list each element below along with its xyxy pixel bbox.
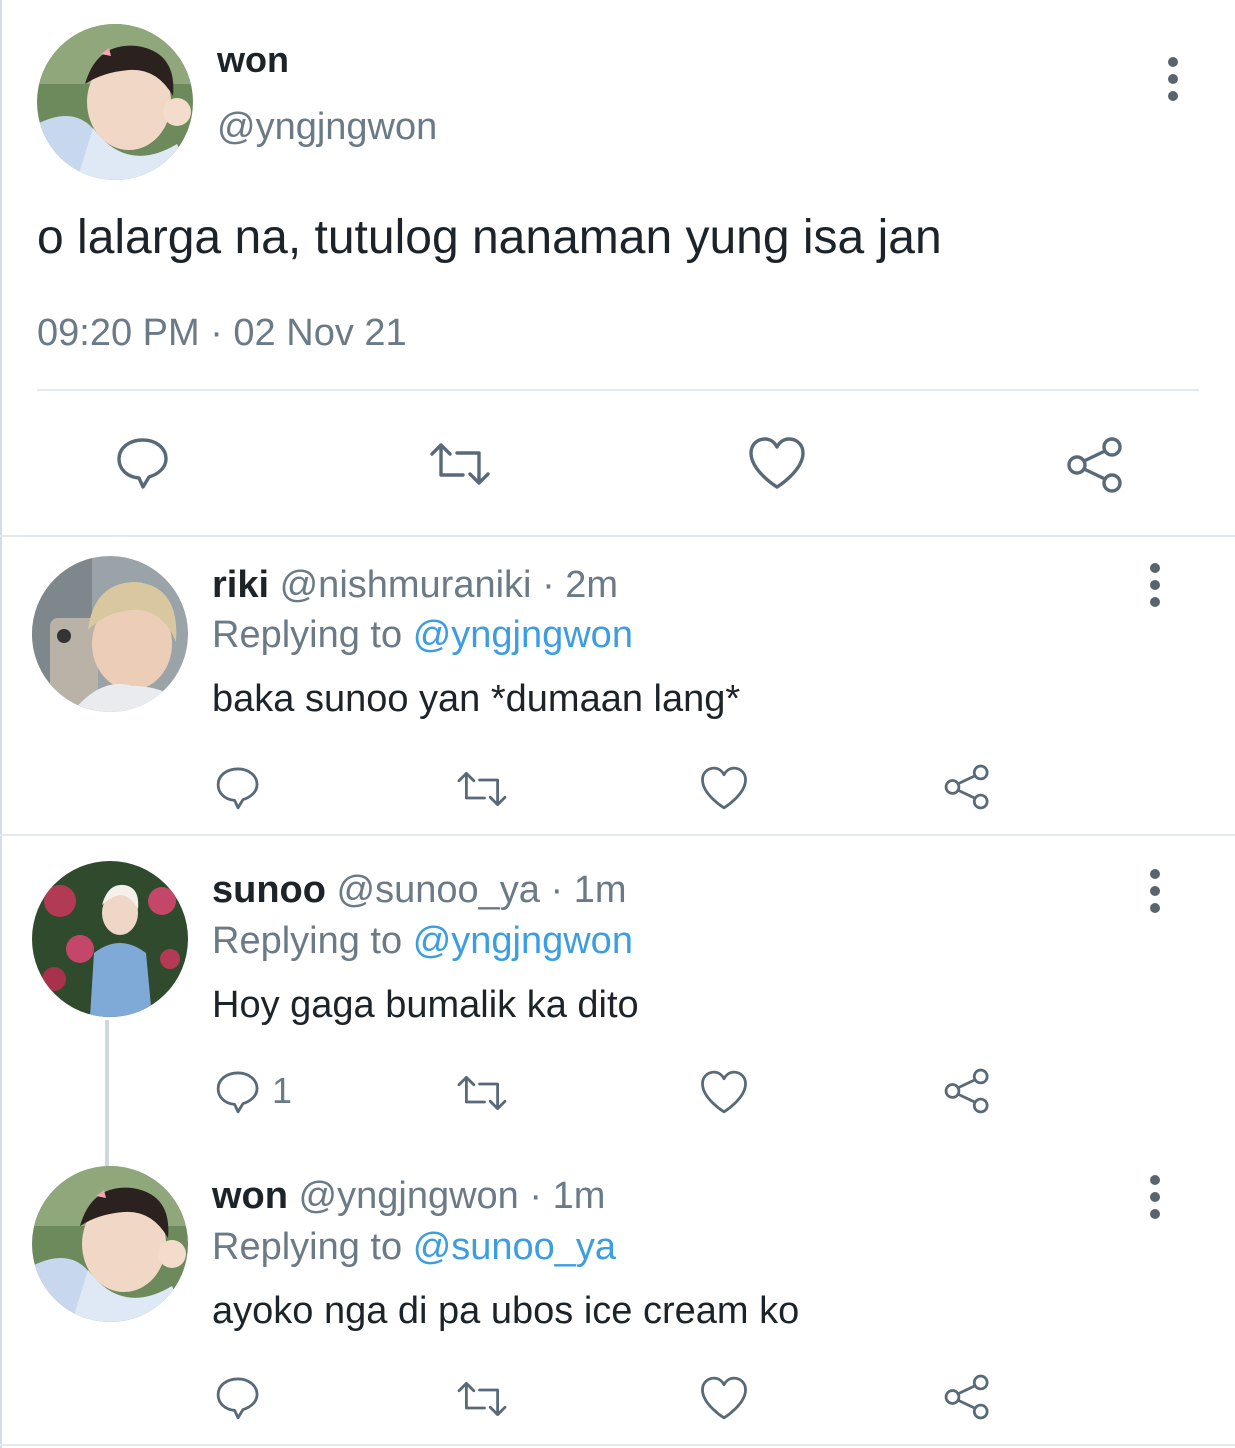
- retweet-icon[interactable]: [454, 1376, 510, 1422]
- more-options-icon[interactable]: [1148, 1175, 1162, 1219]
- reply-icon[interactable]: [214, 764, 262, 812]
- handle[interactable]: @nishmuraniki: [280, 564, 532, 606]
- replying-label: Replying to: [212, 920, 403, 962]
- replying-label: Replying to: [212, 614, 403, 656]
- display-name[interactable]: sunoo: [212, 869, 326, 911]
- divider: [0, 1444, 1235, 1446]
- avatar[interactable]: [32, 861, 188, 1017]
- thread-line: [105, 1020, 109, 1170]
- like-icon[interactable]: [698, 1068, 750, 1116]
- avatar[interactable]: [37, 24, 193, 180]
- avatar[interactable]: [32, 1166, 188, 1322]
- reply-count: 1: [272, 1070, 293, 1111]
- handle[interactable]: @yngjngwon: [217, 104, 437, 150]
- relative-time: · 2m: [542, 564, 619, 606]
- like-icon[interactable]: [698, 764, 750, 812]
- share-icon[interactable]: [942, 1372, 992, 1422]
- share-icon[interactable]: [942, 762, 992, 812]
- timestamp: 09:20 PM · 02 Nov 21: [37, 312, 407, 354]
- left-edge-rule: [0, 0, 2, 1448]
- reply-icon[interactable]: [114, 434, 172, 492]
- divider: [37, 389, 1199, 391]
- relative-time: · 1m: [529, 1175, 606, 1217]
- handle[interactable]: @yngjngwon: [299, 1175, 519, 1217]
- more-options-icon[interactable]: [1166, 57, 1180, 101]
- replying-to-link[interactable]: @sunoo_ya: [413, 1226, 616, 1268]
- divider: [0, 535, 1235, 537]
- display-name[interactable]: won: [212, 1175, 288, 1217]
- share-icon[interactable]: [942, 1066, 992, 1116]
- like-icon[interactable]: [698, 1374, 750, 1422]
- relative-time: · 1m: [550, 869, 627, 911]
- like-icon[interactable]: [746, 434, 808, 492]
- retweet-icon[interactable]: [454, 1070, 510, 1116]
- avatar[interactable]: [32, 556, 188, 712]
- reply-icon[interactable]: [214, 1068, 262, 1116]
- divider: [0, 834, 1235, 836]
- reply-icon[interactable]: [214, 1374, 262, 1422]
- replying-to-link[interactable]: @yngjngwon: [413, 614, 633, 656]
- retweet-icon[interactable]: [454, 766, 510, 812]
- more-options-icon[interactable]: [1148, 869, 1162, 913]
- share-icon[interactable]: [1064, 434, 1126, 496]
- more-options-icon[interactable]: [1148, 563, 1162, 607]
- display-name[interactable]: won: [217, 38, 289, 82]
- display-name[interactable]: riki: [212, 564, 269, 606]
- handle[interactable]: @sunoo_ya: [337, 869, 540, 911]
- retweet-icon[interactable]: [426, 436, 494, 492]
- tweet-text: o lalarga na, tutulog nanaman yung isa j…: [37, 211, 942, 264]
- reply-text: ayoko nga di pa ubos ice cream ko: [212, 1290, 800, 1332]
- reply-text: Hoy gaga bumalik ka dito: [212, 984, 639, 1026]
- reply-text: baka sunoo yan *dumaan lang*: [212, 678, 741, 720]
- replying-label: Replying to: [212, 1226, 403, 1268]
- replying-to-link[interactable]: @yngjngwon: [413, 920, 633, 962]
